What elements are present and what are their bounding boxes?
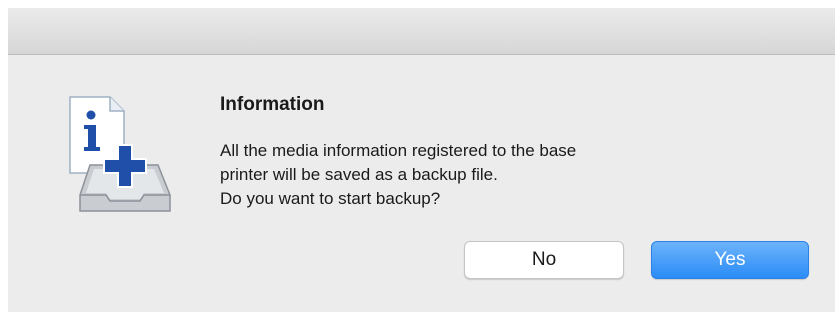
info-backup-tray-icon	[69, 96, 171, 212]
no-button[interactable]: No	[464, 241, 624, 279]
message-line: printer will be saved as a backup file.	[220, 165, 498, 184]
backup-dialog: Information All the media information re…	[8, 8, 835, 312]
message-line: All the media information registered to …	[220, 141, 577, 160]
dialog-titlebar[interactable]	[8, 8, 835, 55]
dialog-message: All the media information registered to …	[220, 139, 780, 211]
dialog-title: Information	[220, 94, 325, 115]
message-line: Do you want to start backup?	[220, 189, 441, 208]
yes-button[interactable]: Yes	[651, 241, 809, 279]
dialog-body: Information All the media information re…	[8, 55, 835, 312]
